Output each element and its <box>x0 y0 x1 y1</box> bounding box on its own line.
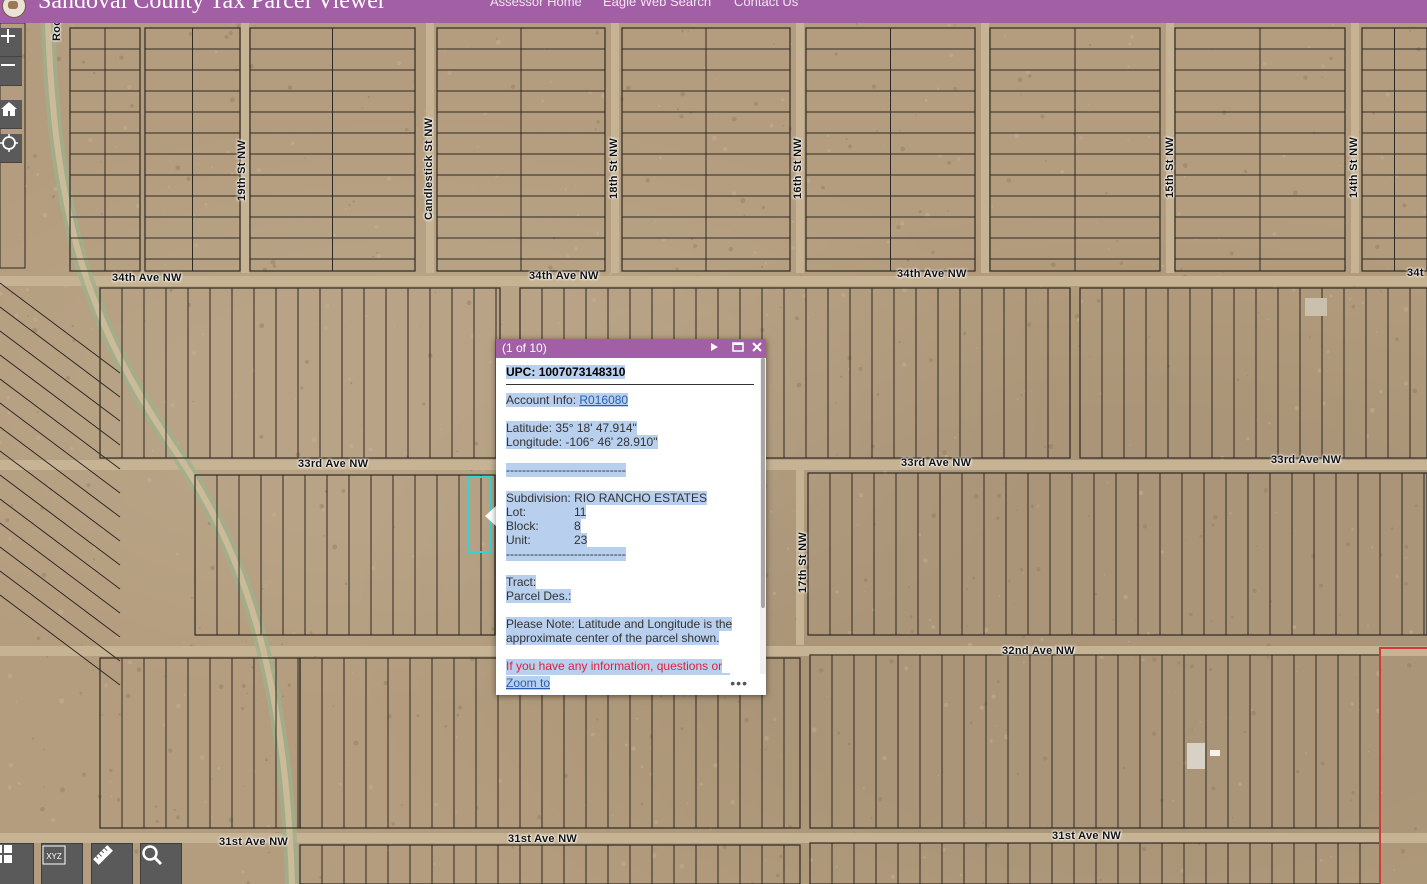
svg-text:XYZ: XYZ <box>46 852 62 861</box>
road-label: Roc <box>51 23 63 41</box>
popup-scrollbar[interactable] <box>760 358 766 674</box>
road-label: 16th St NW <box>792 137 804 199</box>
road-label: 33rd Ave NW <box>298 458 369 470</box>
parcel-popup: (1 of 10) UPC: 1007073148310 Account Inf… <box>496 339 766 695</box>
popup-feature-count: (1 of 10) <box>502 341 547 355</box>
road-label: 34th Ave NW <box>897 268 967 280</box>
locate-icon <box>0 134 18 152</box>
lot-label: Lot: <box>506 505 527 519</box>
tract-row: Tract: <box>506 575 754 589</box>
subdivision-value: RIO RANCHO ESTATES <box>574 491 707 505</box>
tract-label: Tract: <box>506 575 537 589</box>
search-button[interactable] <box>140 843 182 884</box>
account-row: Account Info: R016080 <box>506 393 754 407</box>
zoom-in-button[interactable] <box>0 28 22 57</box>
nav-contact-us-link[interactable]: Contact Us <box>734 0 798 9</box>
road-label: Candlestick St NW <box>423 117 435 220</box>
next-feature-button[interactable] <box>709 340 719 357</box>
close-icon <box>752 342 762 352</box>
road-label: 34t <box>1407 267 1424 279</box>
separator: ------------------------------ <box>506 547 626 561</box>
road-label: 18th St NW <box>608 137 620 199</box>
note-text: Please Note: Latitude and Longitude is t… <box>506 617 733 645</box>
road-label: 31st Ave NW <box>219 836 289 848</box>
longitude-row: Longitude: -106° 46' 28.910" <box>506 435 754 449</box>
road-label: 34th Ave NW <box>529 270 599 282</box>
road-label: 32nd Ave NW <box>1002 645 1075 657</box>
latitude-row: Latitude: 35° 18' 47.914" <box>506 421 754 435</box>
subdivision-row: Subdivision: RIO RANCHO ESTATES <box>506 491 754 505</box>
subdivision-label: Subdivision: <box>506 491 571 505</box>
longitude-value: -106° 46' 28.910" <box>565 435 658 449</box>
zoom-to-link[interactable]: Zoom to <box>506 676 551 690</box>
popup-content: UPC: 1007073148310 Account Info: R016080… <box>506 365 754 675</box>
nav-eagle-web-search-link[interactable]: Eagle Web Search <box>603 0 711 9</box>
ruler-icon <box>93 845 113 865</box>
latitude-label: Latitude: <box>506 421 553 435</box>
more-actions-icon[interactable]: ••• <box>730 675 748 691</box>
block-value: 8 <box>574 519 581 533</box>
unit-label: Unit: <box>506 533 531 547</box>
block-row: Block: 8 <box>506 519 754 533</box>
unit-row: Unit: 23 <box>506 533 754 547</box>
block-label: Block: <box>506 519 539 533</box>
road-label: 33rd Ave NW <box>901 457 972 469</box>
upc-value: 1007073148310 <box>538 365 626 379</box>
maximize-button[interactable] <box>732 340 744 357</box>
home-icon <box>1 102 17 116</box>
minus-icon <box>1 64 15 66</box>
separator: ------------------------------ <box>506 463 626 477</box>
county-seal-logo <box>2 0 26 18</box>
road-label: 31st Ave NW <box>508 833 578 845</box>
road-label: 17th St NW <box>797 531 809 593</box>
nav-assessor-home-link[interactable]: Assessor Home <box>490 0 582 9</box>
popup-pointer <box>485 506 496 526</box>
road-label: 15th St NW <box>1164 136 1176 198</box>
locate-button[interactable] <box>0 134 22 163</box>
unit-value: 23 <box>574 533 588 547</box>
account-link[interactable]: R016080 <box>579 393 628 407</box>
road-label: 19th St NW <box>236 139 248 201</box>
lot-value: 11 <box>574 505 587 519</box>
basemap-gallery-button[interactable] <box>0 843 34 884</box>
road-label: 33rd Ave NW <box>1271 454 1342 466</box>
latitude-value: 35° 18' 47.914" <box>555 421 637 435</box>
maximize-icon <box>732 342 744 352</box>
plus-icon <box>1 29 15 43</box>
upc-label: UPC: <box>506 365 536 379</box>
popup-header: (1 of 10) <box>496 339 766 358</box>
close-popup-button[interactable] <box>751 340 763 357</box>
home-button[interactable] <box>0 100 22 129</box>
road-label: 34th Ave NW <box>112 272 182 284</box>
upc-row: UPC: 1007073148310 <box>506 365 754 385</box>
xyz-icon: XYZ <box>42 845 66 865</box>
play-next-icon <box>711 343 718 351</box>
app-header: Sandoval County Tax Parcel Viewer Assess… <box>0 0 1427 23</box>
search-icon <box>142 845 163 866</box>
popup-actions: Zoom to <box>506 676 756 690</box>
app-title: Sandoval County Tax Parcel Viewer <box>38 0 386 14</box>
parcel-des-row: Parcel Des.: <box>506 589 754 603</box>
account-label: Account Info: <box>506 393 577 407</box>
coordinate-button[interactable]: XYZ <box>41 843 83 884</box>
zoom-out-button[interactable] <box>0 57 22 86</box>
parcel-des-label: Parcel Des.: <box>506 589 572 603</box>
lot-row: Lot: 11 <box>506 505 754 519</box>
road-label: 14th St NW <box>1348 136 1360 198</box>
longitude-label: Longitude: <box>506 435 563 449</box>
measure-button[interactable] <box>91 843 133 884</box>
road-label: 31st Ave NW <box>1052 830 1122 842</box>
contact-note-text: If you have any information, questions o… <box>506 659 754 675</box>
grid-icon <box>0 845 12 863</box>
